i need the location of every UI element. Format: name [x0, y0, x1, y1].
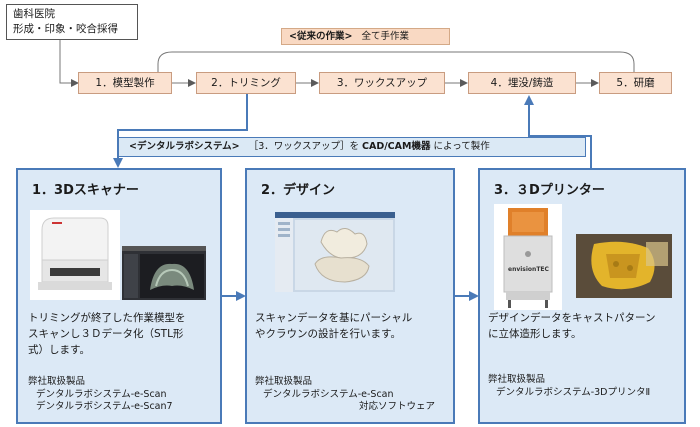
scan-software-screenshot [122, 246, 206, 300]
products-heading: 弊社取扱製品 [488, 374, 546, 385]
panel-3d-scanner-desc-line: トリミングが終了した作業模型を [28, 312, 186, 324]
dental-label-text-b: CAD/CAM機器 [362, 141, 431, 152]
cad-software-screenshot [275, 212, 395, 292]
dental-lab-system-label: <デンタルラボシステム> ［3．ワックスアップ］を CAD/CAM機器 によって… [118, 137, 586, 157]
printed-pattern-image [576, 234, 672, 298]
clinic-title: 歯科医院 [13, 8, 55, 20]
panel-3d-scanner-title: 1．3Dスキャナー [32, 183, 139, 198]
product-item: デンタルラボシステム-3DプリンタⅡ [496, 386, 651, 398]
panel-3d-scanner-desc-line: スキャンし３Ｄデータ化（STL形 [28, 328, 184, 340]
blue-route-up [524, 95, 592, 168]
panel-design-desc-line: スキャンデータを基にパーシャル [255, 312, 413, 324]
panel-3d-scanner-products: 弊社取扱製品 デンタルラボシステム-e-Scan デンタルラボシステム-e-Sc… [28, 376, 173, 414]
dental-label-text-c: によって製作 [433, 141, 490, 152]
step-wax-up: 3．ワックスアップ [319, 72, 445, 94]
product-item: デンタルラボシステム-e-Scan [263, 388, 394, 400]
3d-printer-device-image: envisionTEC [494, 204, 562, 310]
scanner-device-image [30, 210, 120, 300]
products-heading: 弊社取扱製品 [28, 376, 86, 387]
clinic-subtitle: 形成・印象・咬合採得 [13, 23, 118, 35]
panel-3d-printer-desc-line: に立体造形します。 [488, 328, 582, 340]
panel-3d-printer-desc-line: デザインデータをキャストパターン [488, 312, 656, 324]
products-heading: 弊社取扱製品 [255, 376, 313, 387]
product-item: デンタルラボシステム-e-Scan [36, 388, 167, 400]
step-investing-casting: 4．埋没/鋳造 [468, 72, 576, 94]
panel-design-title: 2．デザイン [261, 183, 336, 198]
step-polishing: 5．研磨 [599, 72, 672, 94]
panel-3d-scanner-desc: トリミングが終了した作業模型を スキャンし３Ｄデータ化（STL形 式）します。 [28, 310, 186, 358]
dental-label-title: <デンタルラボシステム> [129, 141, 240, 152]
legacy-label-note: 全て手作業 [361, 31, 409, 42]
panel-design-desc: スキャンデータを基にパーシャル やクラウンの設計を行います。 [255, 310, 412, 342]
panel-design-products: 弊社取扱製品 デンタルラボシステム-e-Scan 対応ソフトウェア [255, 376, 435, 414]
legacy-label-title: <従来の作業> [289, 31, 353, 42]
clinic-box: 歯科医院 形成・印象・咬合採得 [6, 4, 138, 40]
panel-3d-printer-products: 弊社取扱製品 デンタルラボシステム-3DプリンタⅡ [488, 374, 650, 399]
legacy-work-label: <従来の作業> 全て手作業 [281, 28, 450, 45]
product-item: デンタルラボシステム-e-Scan7 [36, 401, 173, 412]
panel-design-desc-line: やクラウンの設計を行います。 [255, 328, 401, 340]
printer-brand-logo: envisionTEC [508, 266, 549, 273]
dental-label-text-a: ［3．ワックスアップ］を [248, 141, 359, 152]
panel-3d-printer-title: 3．３Dプリンター [494, 183, 605, 198]
panel-3d-printer: 3．３Dプリンター envisionTEC デザインデータをキャストパターン に… [478, 168, 686, 424]
panel-3d-scanner: 1．3Dスキャナー トリミングが終了した作業模型を スキャンし３Ｄデータ化（ST… [16, 168, 222, 424]
panel-3d-scanner-desc-line: 式）します。 [28, 344, 90, 356]
step-model-making: 1．模型製作 [78, 72, 172, 94]
origin-to-step1-line [59, 40, 79, 87]
panel-design: 2．デザイン スキャンデータを基にパーシャル やクラウンの設計を行います。 弊社… [245, 168, 455, 424]
product-item: 対応ソフトウェア [359, 401, 436, 412]
step-trimming: 2．トリミング [196, 72, 296, 94]
legacy-bracket [157, 51, 635, 72]
panel-3d-printer-desc: デザインデータをキャストパターン に立体造形します。 [488, 310, 655, 342]
